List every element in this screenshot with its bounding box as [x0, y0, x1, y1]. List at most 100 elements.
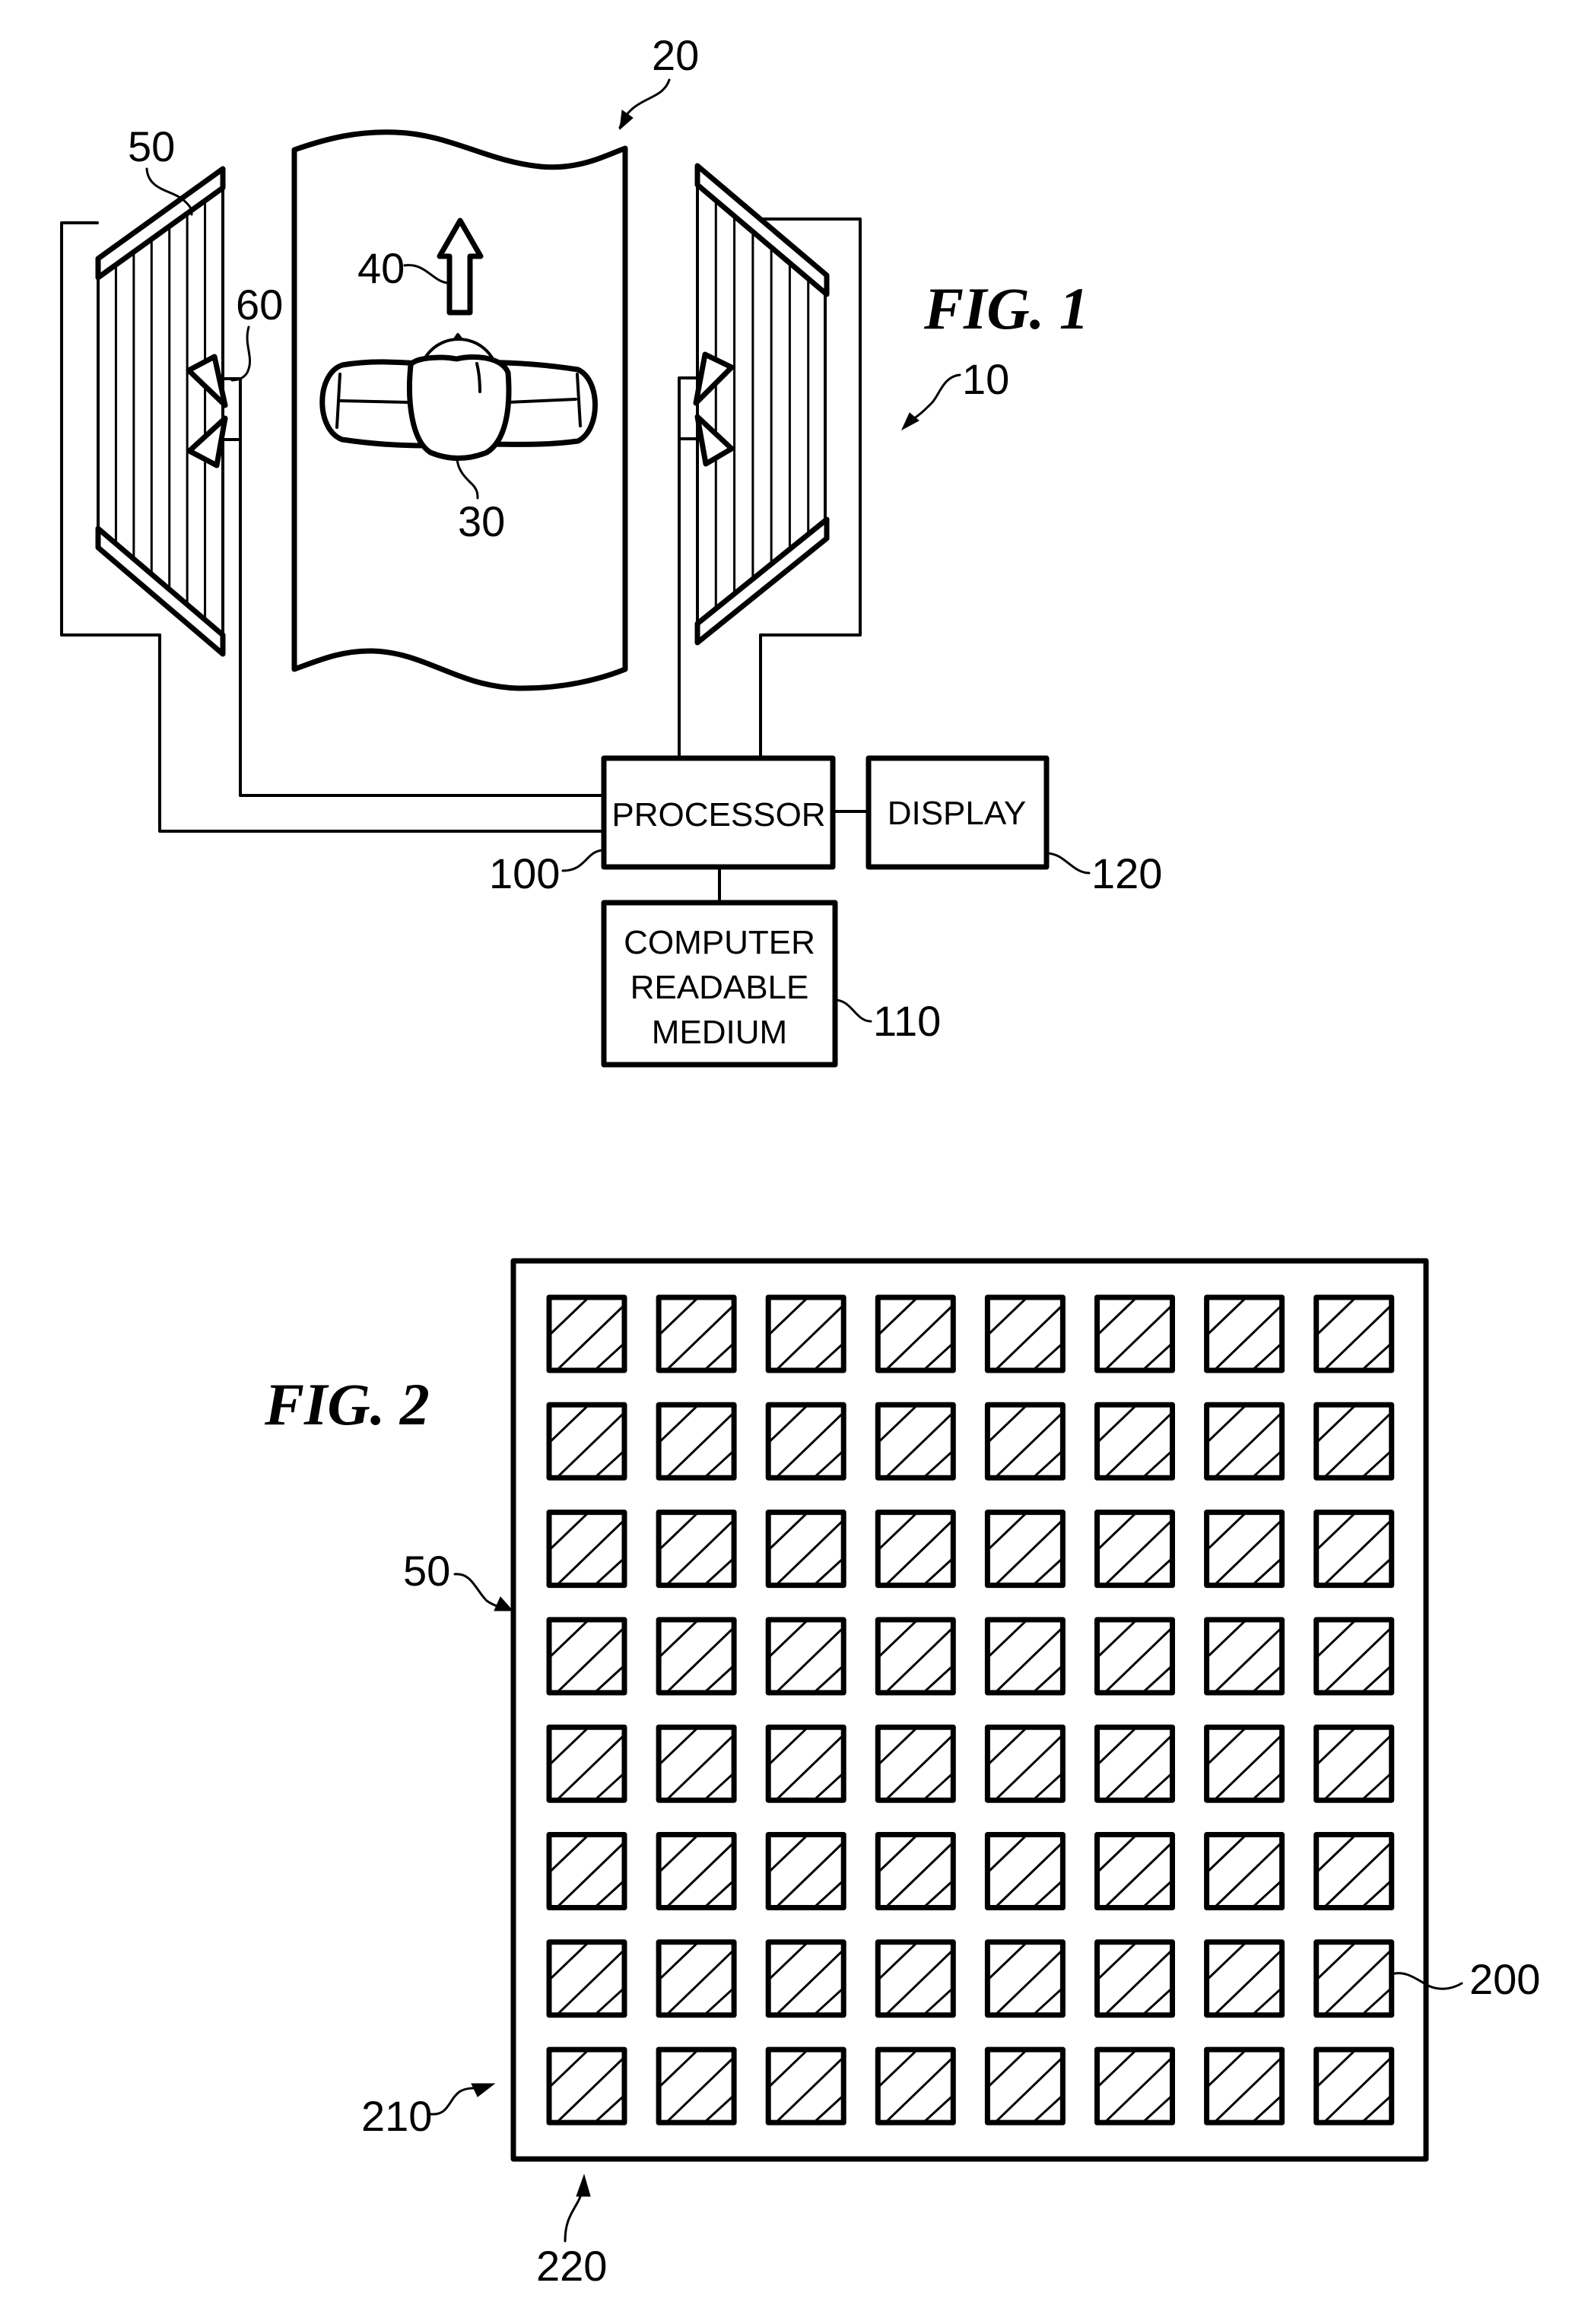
detector-element [765, 1294, 846, 1373]
ref-220-label: 220 [536, 2242, 607, 2290]
detector-element [765, 1832, 846, 1910]
detector-element-box [546, 1832, 627, 1910]
detector-element-box [984, 1832, 1066, 1910]
detector-element-box [656, 1402, 737, 1481]
detector-element-box [1313, 1617, 1395, 1696]
detector-element [1094, 1510, 1175, 1589]
detector-element-box [765, 1832, 846, 1910]
detector-element [656, 1294, 737, 1373]
detector-element-box [875, 2046, 956, 2126]
detector-element [1204, 1724, 1285, 1803]
detector-element-box [1094, 1832, 1175, 1910]
detector-element [875, 1832, 956, 1910]
detector-element-box [1204, 1510, 1285, 1589]
detector-element-box [1313, 1832, 1395, 1910]
person-left-arm-line [338, 399, 408, 404]
medium-label-line-1: COMPUTER [624, 924, 815, 961]
detector-element-box [1204, 1617, 1285, 1696]
ref-10-label: 10 [962, 355, 1009, 403]
detector-element-box [765, 1724, 846, 1803]
detector-element-box [1313, 1294, 1395, 1373]
detector-element-box [1204, 1402, 1285, 1481]
detector-element [1094, 1939, 1175, 2018]
detector-element-box [656, 1724, 737, 1803]
detector-element [1204, 1832, 1285, 1910]
detector-panel-frame [510, 1258, 1429, 2162]
detector-element [1313, 1832, 1395, 1910]
ref-10-leader [907, 373, 961, 424]
detector-element [1204, 1617, 1285, 1696]
ref-50-fig2-label: 50 [403, 1547, 450, 1595]
detector-element [984, 1724, 1066, 1803]
detector-element-box [1094, 1617, 1175, 1696]
detector-element-box [546, 1617, 627, 1696]
ref-60-leader [230, 325, 251, 382]
ref-50-label: 50 [128, 122, 175, 170]
detector-element [984, 1832, 1066, 1910]
detector-element [1313, 1402, 1395, 1481]
detector-element [1313, 1510, 1395, 1589]
ref-120-label: 120 [1091, 849, 1162, 897]
detector-element-box [875, 1724, 956, 1803]
figure-2: FIG. 2 50 200 210 220 [264, 1258, 1540, 2290]
detector-element-box [1313, 2046, 1395, 2126]
detector-element [765, 1939, 846, 2018]
detector-element-box [1204, 1832, 1285, 1910]
detector-element-box [656, 1510, 737, 1589]
detector-element [1204, 1402, 1285, 1481]
right-detector-panel [694, 163, 830, 646]
medium-label-line-3: MEDIUM [652, 1014, 787, 1051]
display-block: DISPLAY [865, 755, 1050, 870]
detector-element [984, 1294, 1066, 1373]
detector-element-box [984, 1510, 1066, 1589]
detector-element [656, 1832, 737, 1910]
ref-220-leader [564, 2189, 584, 2243]
ref-120-leader [1045, 852, 1091, 875]
detector-element [546, 1402, 627, 1481]
detector-element-box [765, 1294, 846, 1373]
detector-element-box [656, 1832, 737, 1910]
detector-element [546, 1724, 627, 1803]
detector-element [656, 1939, 737, 2018]
detector-element [546, 1294, 627, 1373]
medium-block: COMPUTER READABLE MEDIUM [601, 900, 838, 1068]
detector-element [765, 1510, 846, 1589]
detector-element [546, 2046, 627, 2126]
figure-1: PROCESSOR DISPLAY COMPUTER READABLE MEDI… [60, 31, 1162, 1068]
detector-element [546, 1510, 627, 1589]
ref-30-label: 30 [458, 497, 505, 545]
detector-element-box [765, 1510, 846, 1589]
detector-element [765, 1402, 846, 1481]
detector-element [1313, 2046, 1395, 2126]
detector-element [1094, 1617, 1175, 1696]
detector-element-box [546, 1294, 627, 1373]
detector-element-box [875, 1617, 956, 1696]
detector-element [875, 1510, 956, 1589]
detector-element [656, 1402, 737, 1481]
figure-2-title: FIG. 2 [264, 1371, 430, 1437]
detector-element-box [1313, 1510, 1395, 1589]
detector-element [984, 1617, 1066, 1696]
detector-element [656, 1617, 737, 1696]
processor-label: PROCESSOR [611, 796, 825, 833]
detector-element-box [656, 2046, 737, 2126]
detector-element [1313, 1724, 1395, 1803]
detector-element-box [1094, 1939, 1175, 2018]
ref-210-label: 210 [361, 2092, 432, 2140]
detector-element [765, 1617, 846, 1696]
detector-element-box [875, 1939, 956, 2018]
detector-element-box [1313, 1724, 1395, 1803]
detector-element-box [1094, 1724, 1175, 1803]
detector-element-box [1204, 2046, 1285, 2126]
ref-20-arrowhead [619, 110, 634, 131]
detector-element [875, 1617, 956, 1696]
ref-20-label: 20 [652, 31, 699, 79]
ref-210-leader [430, 2087, 479, 2116]
detector-element-box [656, 1617, 737, 1696]
detector-element-box [546, 2046, 627, 2126]
detector-element [546, 1617, 627, 1696]
ref-100-leader [561, 849, 604, 872]
detector-element [875, 1724, 956, 1803]
detector-element-box [1204, 1724, 1285, 1803]
right-sensor-mount [678, 376, 699, 440]
